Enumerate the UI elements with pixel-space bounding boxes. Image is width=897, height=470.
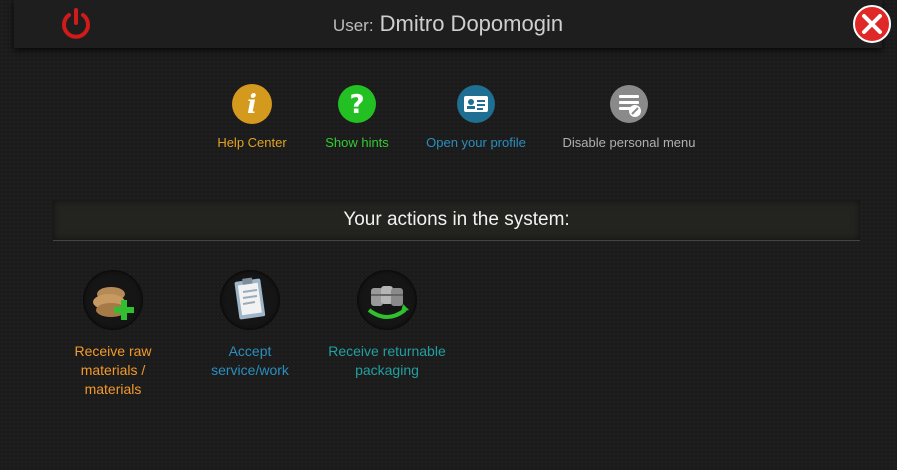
question-icon: ? bbox=[337, 84, 377, 124]
user-name: Dmitro Dopomogin bbox=[379, 11, 564, 36]
receive-raw-materials-action[interactable]: Receive raw materials / materials bbox=[53, 270, 173, 399]
show-hints-link[interactable]: ? Show hints bbox=[317, 84, 397, 150]
info-icon: i bbox=[232, 84, 272, 124]
user-label: User: bbox=[332, 16, 374, 35]
show-hints-label: Show hints bbox=[325, 135, 389, 150]
menu-off-icon bbox=[609, 84, 649, 124]
open-profile-link[interactable]: Open your profile bbox=[421, 84, 531, 150]
receive-returnable-packaging-label: Receive returnable packaging bbox=[328, 343, 446, 378]
section-title: Your actions in the system: bbox=[343, 209, 570, 230]
user-header: User: Dmitro Dopomogin bbox=[14, 11, 882, 37]
top-bar: User: Dmitro Dopomogin bbox=[14, 0, 891, 48]
accept-service-work-label: Accept service/work bbox=[211, 343, 289, 378]
help-center-label: Help Center bbox=[217, 135, 287, 150]
svg-text:?: ? bbox=[349, 90, 364, 120]
accept-service-work-action[interactable]: Accept service/work bbox=[190, 270, 310, 380]
actions-section-header: Your actions in the system: bbox=[53, 200, 860, 241]
open-profile-label: Open your profile bbox=[426, 135, 526, 150]
clipboard-icon bbox=[220, 270, 280, 330]
svg-text:i: i bbox=[247, 90, 257, 120]
disable-personal-menu-link[interactable]: Disable personal menu bbox=[559, 84, 699, 150]
sacks-plus-icon bbox=[83, 270, 143, 330]
close-icon[interactable] bbox=[852, 4, 892, 44]
receive-returnable-packaging-action[interactable]: Receive returnable packaging bbox=[327, 270, 447, 380]
receive-raw-materials-label: Receive raw materials / materials bbox=[74, 343, 152, 397]
id-card-icon bbox=[456, 84, 496, 124]
disable-personal-menu-label: Disable personal menu bbox=[562, 135, 696, 150]
help-center-link[interactable]: i Help Center bbox=[212, 84, 292, 150]
kegs-return-icon bbox=[357, 270, 417, 330]
